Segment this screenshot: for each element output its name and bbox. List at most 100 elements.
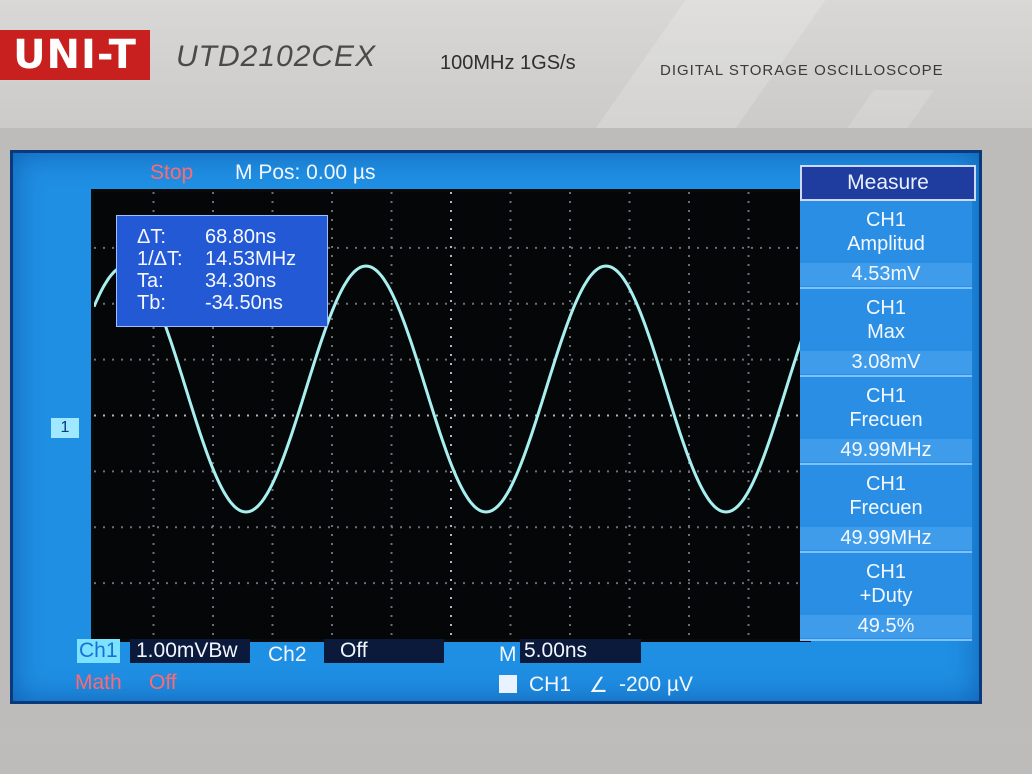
measure-value: 49.99MHz <box>800 439 972 462</box>
grid-dot <box>628 471 631 473</box>
grid-dot <box>509 192 512 194</box>
grid-dot <box>670 526 672 529</box>
grid-dot <box>454 246 456 249</box>
grid-dot <box>715 302 717 305</box>
grid-dot <box>562 526 564 529</box>
grid-dot <box>787 582 789 585</box>
grid-dot <box>598 526 600 529</box>
grid-dot <box>391 246 393 249</box>
grid-dot <box>450 210 452 212</box>
grid-dot <box>390 516 393 518</box>
grid-dot <box>220 358 222 361</box>
grid-dot <box>747 570 750 572</box>
grid-dot <box>569 219 571 221</box>
grid-dot <box>152 615 155 617</box>
grid-dot <box>535 302 537 305</box>
measure-item[interactable]: CH1 Frecuen 49.99MHz <box>800 465 972 553</box>
grid-dot <box>450 327 452 329</box>
grid-dot <box>382 526 384 529</box>
grid-dot <box>509 435 512 437</box>
grid-dot <box>589 246 591 249</box>
grid-dot <box>688 426 690 428</box>
grid-dot <box>103 302 105 305</box>
grid-dot <box>688 597 690 599</box>
grid-dot <box>373 246 375 249</box>
grid-dot <box>152 435 155 437</box>
measure-item[interactable]: CH1 Frecuen 49.99MHz <box>800 377 972 465</box>
grid-dot <box>589 302 591 305</box>
grid-dot <box>697 246 699 249</box>
grid-dot <box>481 526 483 529</box>
grid-dot <box>509 327 512 329</box>
grid-dot <box>706 526 708 529</box>
grid-dot <box>526 526 528 529</box>
grid-dot <box>643 246 645 249</box>
grid-dot <box>152 192 155 194</box>
cursor-label: 1/ΔT: <box>137 248 183 270</box>
grid-dot <box>212 426 214 428</box>
grid-dot <box>152 516 155 518</box>
measure-item[interactable]: CH1 Max 3.08mV <box>800 289 972 377</box>
grid-dot <box>769 246 771 249</box>
grid-dot <box>152 597 155 599</box>
grid-dot <box>569 471 571 473</box>
grid-dot <box>796 582 798 585</box>
grid-dot <box>212 516 214 518</box>
grid-dot <box>742 358 744 361</box>
grid-dot <box>509 408 512 410</box>
grid-dot <box>271 534 274 536</box>
grid-dot <box>747 300 750 302</box>
grid-dot <box>481 358 483 361</box>
grid-dot <box>212 408 214 410</box>
grid-dot <box>643 414 645 417</box>
grid-dot <box>121 358 123 361</box>
grid-dot <box>346 470 348 473</box>
grid-dot <box>152 363 155 365</box>
grid-dot <box>679 526 681 529</box>
grid-dot <box>733 582 735 585</box>
grid-dot <box>450 318 452 320</box>
grid-dot <box>628 336 631 338</box>
grid-dot <box>706 302 708 305</box>
grid-dot <box>346 358 348 361</box>
grid-dot <box>400 526 402 529</box>
grid-dot <box>562 246 564 249</box>
grid-dot <box>271 336 274 338</box>
grid-dot <box>391 582 393 585</box>
grid-dot <box>450 444 452 446</box>
grid-dot <box>450 417 452 419</box>
grid-dot <box>509 498 512 500</box>
grid-dot <box>331 381 333 383</box>
grid-dot <box>152 399 155 401</box>
grid-dot <box>742 526 744 529</box>
grid-dot <box>733 302 735 305</box>
grid-dot <box>390 597 393 599</box>
grid-dot <box>409 414 411 417</box>
grid-dot <box>409 582 411 585</box>
measure-item[interactable]: CH1 +Duty 49.5% <box>800 553 972 641</box>
grid-dot <box>688 282 690 284</box>
grid-dot <box>319 470 321 473</box>
measure-title[interactable]: Measure <box>800 165 976 201</box>
grid-dot <box>364 526 366 529</box>
grid-dot <box>364 246 366 249</box>
grid-dot <box>628 399 631 401</box>
grid-dot <box>166 414 168 417</box>
measure-value: 49.99MHz <box>800 527 972 550</box>
grid-dot <box>331 597 333 599</box>
grid-dot <box>628 219 631 221</box>
grid-dot <box>553 470 555 473</box>
grid-dot <box>472 302 474 305</box>
measure-item[interactable]: CH1 Amplitud 4.53mV <box>800 201 972 289</box>
grid-dot <box>130 358 132 361</box>
grid-dot <box>607 470 609 473</box>
grid-dot <box>509 399 512 401</box>
grid-dot <box>212 453 214 455</box>
grid-dot <box>652 414 654 417</box>
grid-dot <box>499 358 501 361</box>
grid-dot <box>628 345 631 347</box>
grid-dot <box>778 302 780 305</box>
grid-dot <box>450 426 452 428</box>
grid-dot <box>450 192 452 194</box>
grid-dot <box>747 624 750 626</box>
